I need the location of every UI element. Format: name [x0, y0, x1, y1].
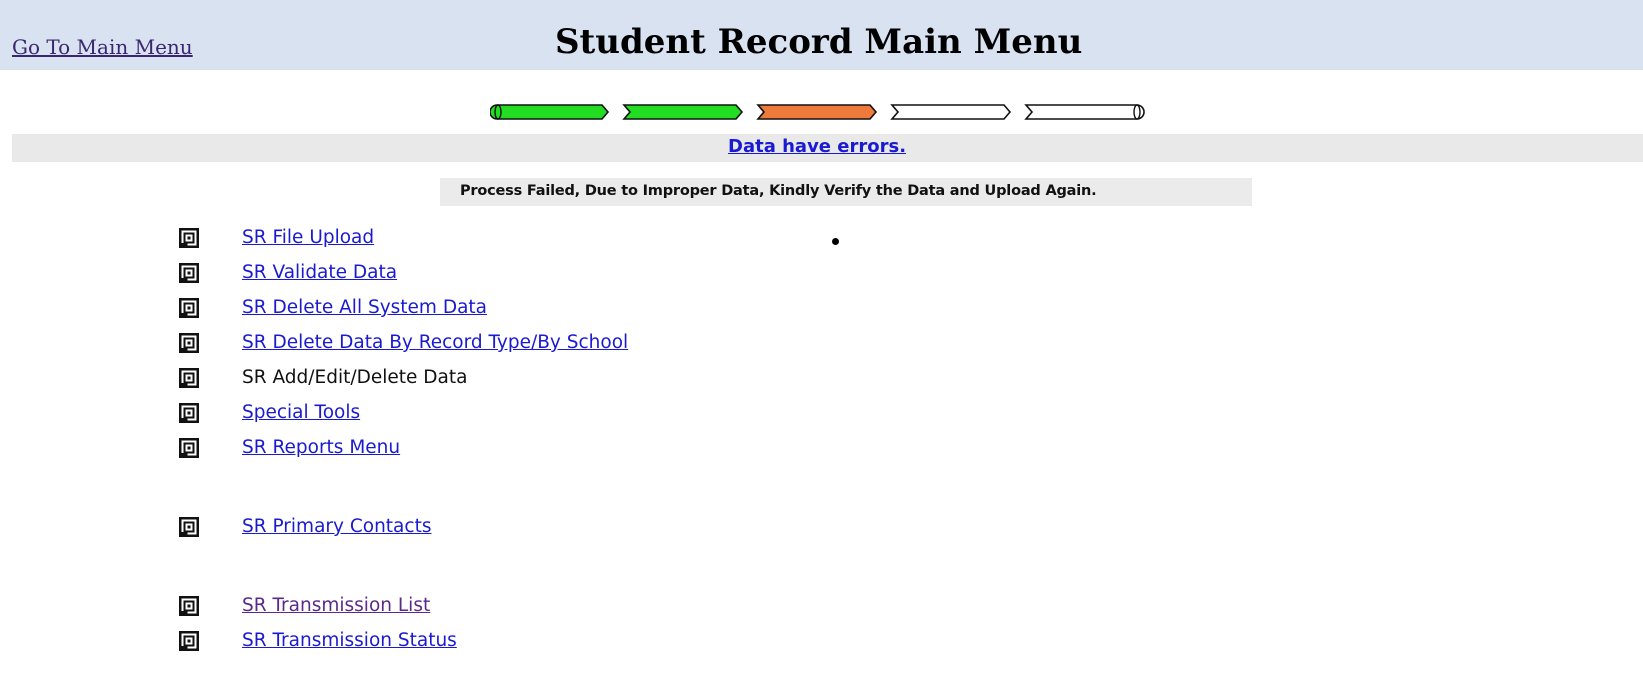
- bullet-dot: [832, 238, 839, 245]
- progress-step-complete: [622, 104, 744, 120]
- square-spiral-icon: [179, 596, 199, 616]
- menu-item-sr-delete-by-record-type[interactable]: SR Delete Data By Record Type/By School: [178, 331, 778, 357]
- menu-link-sr-file-upload[interactable]: SR File Upload: [242, 227, 374, 248]
- progress-step-pending: [890, 104, 1012, 120]
- menu-link-sr-delete-by-record-type[interactable]: SR Delete Data By Record Type/By School: [242, 332, 628, 353]
- data-errors-link[interactable]: Data have errors.: [728, 136, 906, 157]
- square-spiral-icon: [179, 368, 199, 388]
- menu-link-sr-transmission-status[interactable]: SR Transmission Status: [242, 630, 457, 651]
- square-spiral-icon: [179, 333, 199, 353]
- go-to-main-menu-link[interactable]: Go To Main Menu: [12, 35, 193, 59]
- menu-link-special-tools[interactable]: Special Tools: [242, 402, 360, 423]
- page-title: Student Record Main Menu: [555, 22, 1083, 62]
- menu-item-sr-validate-data[interactable]: SR Validate Data: [178, 261, 778, 287]
- progress-step-pending: [1024, 104, 1145, 120]
- menu-link-sr-delete-all-system-data[interactable]: SR Delete All System Data: [242, 297, 487, 318]
- menu-link-sr-transmission-list[interactable]: SR Transmission List: [242, 595, 430, 616]
- error-message: Process Failed, Due to Improper Data, Ki…: [460, 183, 1097, 199]
- square-spiral-icon: [179, 517, 199, 537]
- menu-item-sr-transmission-status[interactable]: SR Transmission Status: [178, 629, 778, 655]
- menu-item-sr-transmission-list[interactable]: SR Transmission List: [178, 594, 778, 620]
- menu-item-sr-delete-all-system-data[interactable]: SR Delete All System Data: [178, 296, 778, 322]
- square-spiral-icon: [179, 438, 199, 458]
- menu-item-sr-file-upload[interactable]: SR File Upload: [178, 226, 778, 252]
- square-spiral-icon: [179, 263, 199, 283]
- progress-step-error: [756, 104, 878, 120]
- menu-item-sr-add-edit-delete-data: SR Add/Edit/Delete Data: [178, 366, 778, 392]
- progress-indicator: [490, 104, 1145, 120]
- square-spiral-icon: [179, 403, 199, 423]
- menu-link-sr-validate-data[interactable]: SR Validate Data: [242, 262, 397, 283]
- menu-label-sr-add-edit-delete-data: SR Add/Edit/Delete Data: [242, 367, 468, 388]
- progress-step-complete: [490, 104, 610, 120]
- menu-link-sr-reports-menu[interactable]: SR Reports Menu: [242, 437, 400, 458]
- menu-link-sr-primary-contacts[interactable]: SR Primary Contacts: [242, 516, 431, 537]
- menu-item-sr-primary-contacts[interactable]: SR Primary Contacts: [178, 515, 778, 541]
- square-spiral-icon: [179, 631, 199, 651]
- menu-item-sr-reports-menu[interactable]: SR Reports Menu: [178, 436, 778, 462]
- square-spiral-icon: [179, 228, 199, 248]
- menu-item-special-tools[interactable]: Special Tools: [178, 401, 778, 427]
- square-spiral-icon: [179, 298, 199, 318]
